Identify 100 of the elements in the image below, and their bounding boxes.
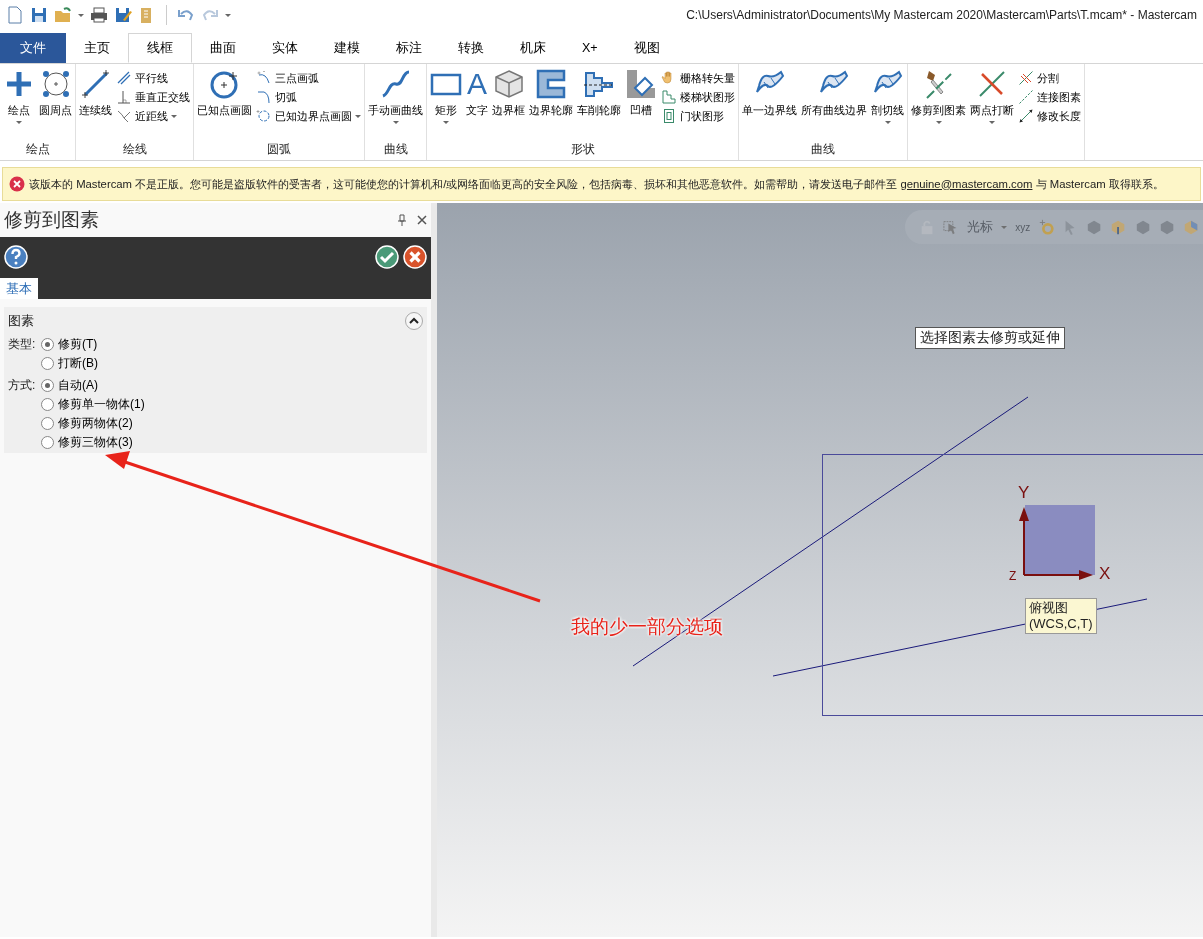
prompt-text: 选择图素去修剪或延伸	[915, 327, 1065, 349]
perpendicular-icon	[116, 89, 132, 105]
groove-icon	[625, 68, 657, 100]
radio-option[interactable]: 修剪三物体(3)	[41, 433, 423, 451]
group-label: 绘线	[121, 142, 148, 157]
view-plane-square	[1025, 505, 1095, 575]
radio-option[interactable]: 修剪两物体(2)	[41, 414, 423, 432]
cancel-icon[interactable]	[403, 245, 427, 269]
parallel-lines-icon	[116, 70, 132, 86]
axis-label: Z	[1009, 569, 1017, 583]
panel-title: 修剪到图素	[4, 208, 99, 232]
ribbon-button[interactable]: 凹槽	[623, 66, 659, 140]
cube-icon[interactable]	[1134, 218, 1151, 236]
pin-icon[interactable]	[397, 214, 407, 226]
caret-icon[interactable]	[78, 13, 84, 17]
ribbon-button[interactable]: 修改长度	[1016, 108, 1083, 124]
ribbon-button[interactable]: 近距线	[114, 108, 192, 124]
cube-icon[interactable]	[1182, 218, 1199, 236]
ribbon-button[interactable]: 连续线	[77, 66, 114, 140]
radio-option[interactable]: 修剪(T)	[41, 335, 423, 353]
ribbon-button[interactable]: 楼梯状图形	[659, 89, 737, 105]
group-label: 形状	[569, 142, 596, 157]
ribbon-button[interactable]: A 文字	[464, 66, 490, 140]
print-icon[interactable]	[90, 6, 108, 24]
ribbon-button[interactable]: 平行线	[114, 70, 192, 86]
ribbon-tab[interactable]: 文件	[0, 33, 66, 63]
customize-caret-icon[interactable]	[225, 13, 231, 17]
field-label: 方式:	[8, 377, 37, 394]
ok-icon[interactable]	[375, 245, 399, 269]
panel-tab[interactable]: 基本	[0, 278, 38, 299]
ribbon-button[interactable]: 圆周点	[37, 66, 74, 140]
ribbon-button[interactable]: 栅格转矢量	[659, 70, 737, 86]
group-label: 绘点	[24, 142, 51, 157]
caret-icon	[171, 114, 177, 118]
ribbon-tab[interactable]: 线框	[128, 33, 192, 63]
ribbon-button[interactable]: 修剪到图素	[909, 66, 968, 140]
ribbon-button[interactable]: 边界轮廓	[527, 66, 575, 140]
save-icon[interactable]	[30, 6, 48, 24]
ribbon-tab[interactable]: 建模	[316, 33, 378, 63]
axis-label: Y	[1018, 483, 1030, 503]
split-icon	[1018, 70, 1034, 86]
ribbon-button[interactable]: 切弧	[254, 89, 363, 105]
tangent-arc-icon	[256, 89, 272, 105]
door-icon	[661, 108, 677, 124]
ribbon-button[interactable]: 连接图素	[1016, 89, 1083, 105]
field-label: 类型:	[8, 336, 37, 353]
axis-label: X	[1099, 564, 1111, 584]
caret-icon	[989, 121, 995, 124]
warning-message: 该版本的 Mastercam 不是正版。您可能是盗版软件的受害者，这可能使您的计算机和/或网络面临更高的安全风险，包括病毒、损坏和其他恶意软件。如需帮助，请发送电子邮件至 genuine@mastercam.com 与 Mastercam 取得联系。	[29, 176, 1164, 192]
radio-option[interactable]: 自动(A)	[41, 376, 423, 394]
ribbon-button[interactable]: 手动画曲线	[366, 66, 425, 140]
caret-icon	[935, 121, 942, 124]
group-label: 圆弧	[266, 142, 292, 157]
ribbon-button[interactable]: 绘点	[1, 66, 37, 140]
ribbon-button[interactable]: 车削轮廓	[575, 66, 623, 140]
letter-icon: A	[467, 68, 487, 100]
ribbon-button[interactable]: 矩形	[428, 66, 464, 140]
help-icon[interactable]	[4, 245, 28, 269]
radio-option[interactable]: 修剪单一物体(1)	[41, 395, 423, 413]
error-icon	[9, 176, 25, 192]
ribbon-button[interactable]: 已知点画圆	[195, 66, 254, 140]
view-label: 俯视图 (WCS,C,T)	[1025, 598, 1097, 634]
ribbon-button[interactable]: 单一边界线	[740, 66, 799, 140]
ribbon-tab[interactable]: 机床	[502, 33, 564, 63]
ribbon-button[interactable]: 所有曲线边界	[799, 66, 869, 140]
window-title: C:\Users\Administrator\Documents\My Mastercam 2020\Mastercam\Parts\T.mcam* - Mastercam	[686, 8, 1197, 22]
ribbon-tab[interactable]: 视图	[615, 33, 678, 63]
ribbon-tab[interactable]: 标注	[378, 33, 440, 63]
stairs-icon	[661, 89, 677, 105]
save-as-icon[interactable]	[114, 6, 132, 24]
group-label: 曲线	[810, 142, 836, 157]
cube-icon[interactable]	[1110, 218, 1127, 236]
ribbon-button[interactable]: 垂直正交线	[114, 89, 192, 105]
ribbon-tab[interactable]: 主页	[66, 33, 128, 63]
caret-icon	[884, 121, 891, 124]
ribbon-button[interactable]: 边界框	[490, 66, 527, 140]
ribbon-button[interactable]: 剖切线	[869, 66, 906, 140]
group-label: 曲线	[382, 142, 409, 157]
length-icon	[1018, 108, 1034, 124]
new-file-icon[interactable]	[6, 6, 24, 24]
ribbon-button[interactable]: 已知边界点画圆	[254, 108, 363, 124]
ribbon-button[interactable]: 两点打断	[968, 66, 1016, 140]
open-folder-icon[interactable]	[54, 6, 72, 24]
ribbon-tab[interactable]: 转换	[440, 33, 502, 63]
caret-icon	[392, 121, 399, 124]
chevron-icon	[409, 317, 419, 325]
ribbon-tab[interactable]: 实体	[254, 33, 316, 63]
collapse-button[interactable]	[405, 312, 423, 330]
ribbon-button[interactable]: 分割	[1016, 70, 1083, 86]
arc-icon	[256, 70, 272, 86]
ribbon-tab[interactable]: 曲面	[192, 33, 254, 63]
line-icon	[79, 68, 112, 100]
close-icon[interactable]	[417, 215, 427, 225]
radio-option[interactable]: 打断(B)	[41, 354, 423, 372]
ribbon-tab[interactable]: X+	[564, 33, 616, 63]
email-link[interactable]: genuine@mastercam.com	[900, 177, 1033, 190]
cube-icon[interactable]	[1086, 218, 1103, 236]
ribbon-button[interactable]: 门状图形	[659, 108, 737, 124]
ribbon-button[interactable]: 三点画弧	[254, 70, 363, 86]
cube-icon[interactable]	[1158, 218, 1175, 236]
